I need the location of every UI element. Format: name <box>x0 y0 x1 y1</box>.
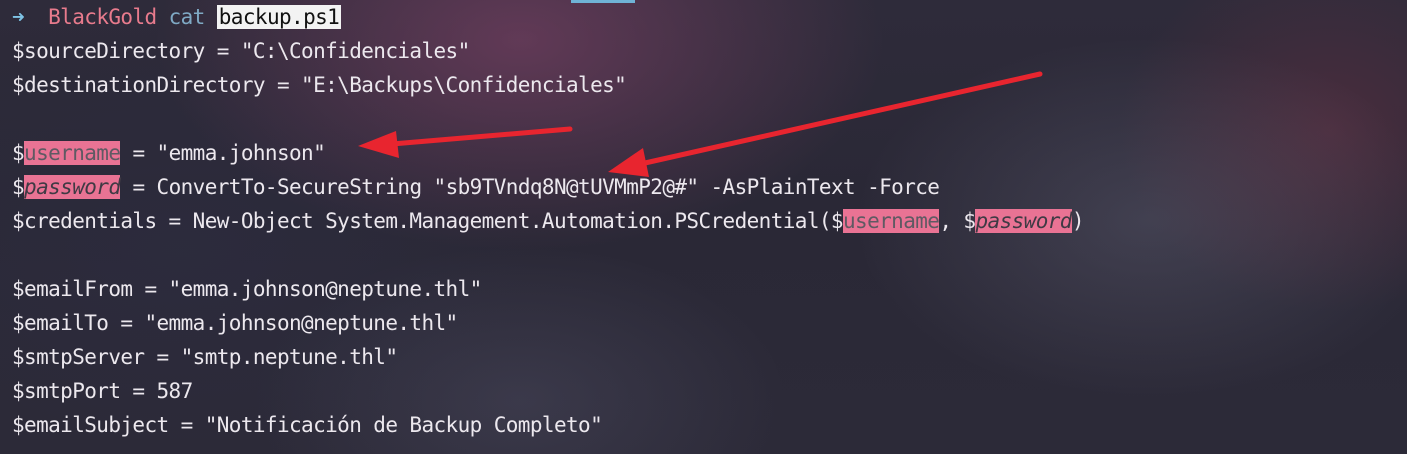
username-value: = "emma.johnson" <box>120 141 326 165</box>
password-highlight: password <box>24 175 121 199</box>
prompt-line: ➜ BlackGold cat backup.ps1 <box>12 0 1407 34</box>
prompt-hostname: BlackGold <box>48 5 157 29</box>
prompt-arrow-icon: ➜ <box>12 5 25 29</box>
code-line-username: $username = "emma.johnson" <box>12 136 1407 170</box>
code-line-destination: $destinationDirectory = "E:\Backups\Conf… <box>12 73 627 97</box>
code-line-email-subject: $emailSubject = "Notificación de Backup … <box>12 413 603 437</box>
password-dollar: $ <box>12 175 25 199</box>
code-line-email-from: $emailFrom = "emma.johnson@neptune.thl" <box>12 277 482 301</box>
username-dollar: $ <box>12 141 25 165</box>
credentials-separator: , $ <box>939 209 976 233</box>
code-line-credentials: $credentials = New-Object System.Managem… <box>12 204 1407 238</box>
credentials-prefix: $credentials = New-Object System.Managem… <box>12 209 844 233</box>
password-value: = ConvertTo-SecureString "sb9TVndq8N@tUV… <box>120 175 940 199</box>
terminal-window[interactable]: ➜ BlackGold cat backup.ps1 $sourceDirect… <box>0 0 1407 454</box>
tab-indicator <box>571 0 635 3</box>
code-line-password: $password = ConvertTo-SecureString "sb9T… <box>12 170 1407 204</box>
prompt-command: cat <box>168 5 206 29</box>
code-line-smtp-server: $smtpServer = "smtp.neptune.thl" <box>12 345 398 369</box>
prompt-argument: backup.ps1 <box>216 5 342 29</box>
code-line-smtp-port: $smtpPort = 587 <box>12 379 193 403</box>
code-line-source: $sourceDirectory = "C:\Confidenciales" <box>12 39 470 63</box>
credentials-password-highlight: password <box>975 209 1072 233</box>
username-highlight: username <box>24 141 121 165</box>
credentials-suffix: ) <box>1071 209 1085 233</box>
credentials-username-highlight: username <box>842 209 940 233</box>
code-line-email-to: $emailTo = "emma.johnson@neptune.thl" <box>12 311 458 335</box>
